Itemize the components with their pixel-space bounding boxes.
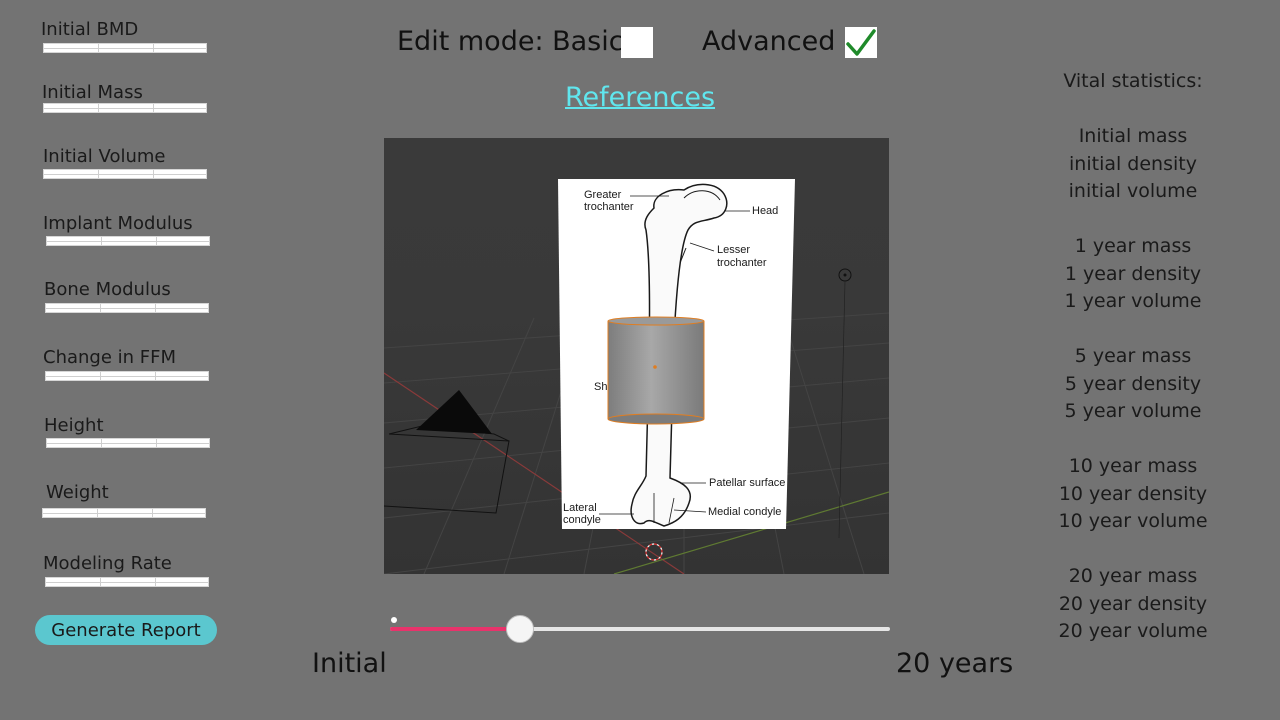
stat-10yr-volume: 10 year volume [1058,510,1208,532]
stat-5yr-volume: 5 year volume [1064,400,1202,422]
viewport-scene: Greater trochanter Head Lesser trochante… [384,179,889,574]
light-object [838,268,852,539]
timeline-end-label: 20 years [896,648,1014,679]
stat-initial-volume: initial volume [1068,180,1198,202]
weight-label: Weight [46,482,109,503]
greater-trochanter-label-2: trochanter [584,201,634,213]
initial-mass-input[interactable] [43,103,207,113]
basic-mode-checkbox[interactable] [621,27,653,58]
stat-10yr-mass: 10 year mass [1068,455,1198,477]
bone-modulus-label: Bone Modulus [44,279,171,300]
head-label: Head [752,205,778,217]
camera-object [384,425,510,514]
height-label: Height [44,415,104,436]
lesser-trochanter-label-2: trochanter [717,257,767,269]
3d-viewport[interactable]: Greater trochanter Head Lesser trochante… [384,138,889,574]
greater-trochanter-label-1: Greater [584,189,622,201]
stat-1yr-volume: 1 year volume [1064,290,1202,312]
stat-20yr-mass: 20 year mass [1068,565,1198,587]
references-link[interactable]: References [565,82,715,113]
camera-triangle-icon [416,390,492,434]
weight-input[interactable] [42,508,206,518]
stat-20yr-density: 20 year density [1058,592,1208,615]
slider-thumb[interactable] [506,615,534,643]
shaft-label: Sh [594,381,607,393]
slider-start-dot [391,617,397,623]
stat-5yr-density: 5 year density [1064,372,1202,395]
slider-fill [390,627,520,631]
stat-1yr-density: 1 year density [1064,262,1202,285]
stat-initial-mass: Initial mass [1078,125,1188,147]
timeline-start-label: Initial [312,648,387,679]
initial-mass-label: Initial Mass [42,82,143,103]
initial-volume-label: Initial Volume [43,146,166,167]
stat-20yr-volume: 20 year volume [1058,620,1208,642]
initial-volume-input[interactable] [43,169,207,179]
patellar-surface-label: Patellar surface [709,477,785,489]
modeling-rate-input[interactable] [45,577,209,587]
lesser-trochanter-label-1: Lesser [717,244,750,256]
implant-modulus-label: Implant Modulus [43,213,193,234]
checkmark-icon [846,29,876,56]
3d-cursor-icon [645,543,663,561]
initial-bmd-label: Initial BMD [41,19,139,40]
stat-10yr-density: 10 year density [1058,482,1208,505]
change-in-ffm-input[interactable] [45,371,209,381]
advanced-mode-label: Advanced [702,26,836,57]
implant-modulus-input[interactable] [46,236,210,246]
medial-condyle-label: Medial condyle [708,506,781,518]
stat-5yr-mass: 5 year mass [1074,345,1192,367]
vital-statistics-panel: Vital statistics: Initial mass initial d… [1040,68,1226,646]
modeling-rate-label: Modeling Rate [43,553,172,574]
lateral-condyle-label-1: Lateral [563,502,597,514]
edit-mode-basic-label: Edit mode: Basic [397,26,624,57]
height-input[interactable] [46,438,210,448]
generate-report-button[interactable]: Generate Report [35,615,217,645]
implant-cylinder [607,316,705,425]
vital-statistics-title: Vital statistics: [1063,70,1203,92]
lateral-condyle-label-2: condyle [563,514,601,526]
bone-modulus-input[interactable] [45,303,209,313]
initial-bmd-input[interactable] [43,43,207,53]
stat-1yr-mass: 1 year mass [1074,235,1192,257]
stat-initial-density: initial density [1069,152,1197,175]
advanced-mode-checkbox[interactable] [845,27,877,58]
change-in-ffm-label: Change in FFM [43,347,177,368]
